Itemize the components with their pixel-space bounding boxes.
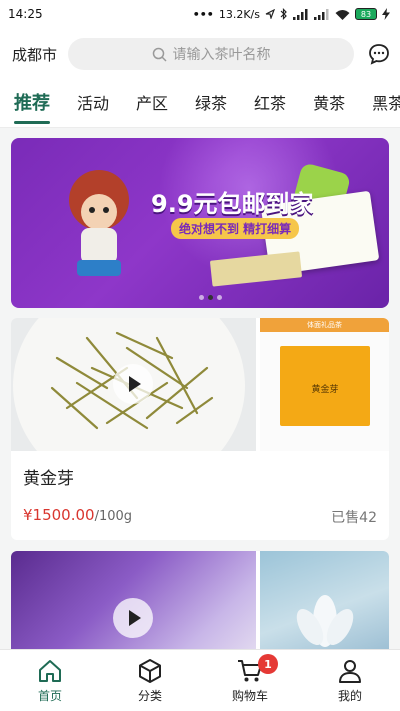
banner-title: 9.9元包邮到家 (151, 190, 314, 218)
product-price: ¥1500.00/100g (23, 506, 132, 524)
tab-yellow-tea[interactable]: 黄茶 (313, 80, 345, 127)
promo-banner[interactable]: 9.9元包邮到家 绝对想不到 精打细算 (11, 138, 389, 308)
network-speed: 13.2K/s (218, 7, 260, 21)
battery-icon: 83 (355, 8, 377, 20)
product-video-thumbnail[interactable] (11, 318, 256, 451)
cart-badge: 1 (258, 654, 278, 674)
banner-pagination (199, 295, 222, 300)
tab-dark-tea[interactable]: 黑茶 (372, 80, 400, 127)
pagination-dot (199, 295, 204, 300)
signal-icon-2 (314, 8, 329, 20)
charging-icon (382, 8, 390, 20)
user-icon (339, 659, 361, 683)
box-icon (139, 658, 161, 683)
nav-home-label: 首页 (37, 688, 62, 703)
bluetooth-icon (280, 8, 287, 20)
home-icon (39, 659, 61, 682)
gift-banner-label: 体面礼品茶 (260, 318, 389, 332)
pagination-dot (217, 295, 222, 300)
tab-black-tea[interactable]: 红茶 (254, 80, 286, 127)
nav-profile-label: 我的 (337, 688, 362, 703)
tab-events[interactable]: 活动 (77, 80, 109, 127)
nav-cart[interactable]: 购物车 1 (200, 650, 300, 711)
message-icon[interactable] (368, 43, 390, 65)
doll-illustration (69, 170, 129, 276)
tab-green-tea[interactable]: 绿茶 (195, 80, 227, 127)
bottom-navigation: 首页 分类 购物车 1 我的 (0, 649, 400, 711)
status-time: 14:25 (8, 7, 43, 21)
nav-category-label: 分类 (137, 688, 162, 703)
search-icon (152, 47, 167, 62)
wifi-icon (335, 9, 350, 20)
pagination-dot-active (208, 295, 213, 300)
product-side-image[interactable]: 体面礼品茶 黄金芽 (260, 318, 389, 451)
play-button-2[interactable] (113, 598, 153, 638)
status-dots: ••• (192, 7, 214, 21)
category-tabs: 推荐 活动 产区 绿茶 红茶 黄茶 黑茶 (0, 80, 400, 128)
nav-home[interactable]: 首页 (0, 650, 100, 711)
lotus-image (296, 595, 354, 647)
search-bar[interactable]: 请输入茶叶名称 (68, 38, 354, 70)
city-selector[interactable]: 成都市 (12, 44, 68, 65)
sold-count: 已售42 (331, 510, 377, 526)
nav-category[interactable]: 分类 (100, 650, 200, 711)
app-screen: 14:25 ••• 13.2K/s 83 成都市 请输入茶叶名称 推荐 活动 产… (0, 0, 400, 711)
location-icon (265, 9, 275, 19)
status-bar: 14:25 ••• 13.2K/s 83 (0, 0, 400, 28)
gift-bag-image: 黄金芽 (280, 346, 370, 426)
product-name: 黄金芽 (23, 469, 74, 489)
status-icons: ••• 13.2K/s 83 (193, 8, 390, 21)
price-unit: /100g (94, 509, 133, 524)
nav-profile[interactable]: 我的 (300, 650, 400, 711)
tab-recommend[interactable]: 推荐 (14, 80, 50, 127)
product-card[interactable]: 体面礼品茶 黄金芽 黄金芽 ¥1500.00/100g 已售42 (11, 318, 389, 540)
banner-subtitle: 绝对想不到 精打细算 (171, 218, 300, 239)
signal-icon (293, 8, 308, 20)
tab-regions[interactable]: 产区 (136, 80, 168, 127)
nav-cart-label: 购物车 (231, 688, 268, 703)
gift-bag-label: 黄金芽 (311, 385, 339, 395)
top-header: 成都市 请输入茶叶名称 (0, 28, 400, 80)
price-value: ¥1500.00 (23, 506, 95, 524)
play-button[interactable] (113, 364, 153, 404)
search-placeholder: 请输入茶叶名称 (172, 47, 271, 63)
